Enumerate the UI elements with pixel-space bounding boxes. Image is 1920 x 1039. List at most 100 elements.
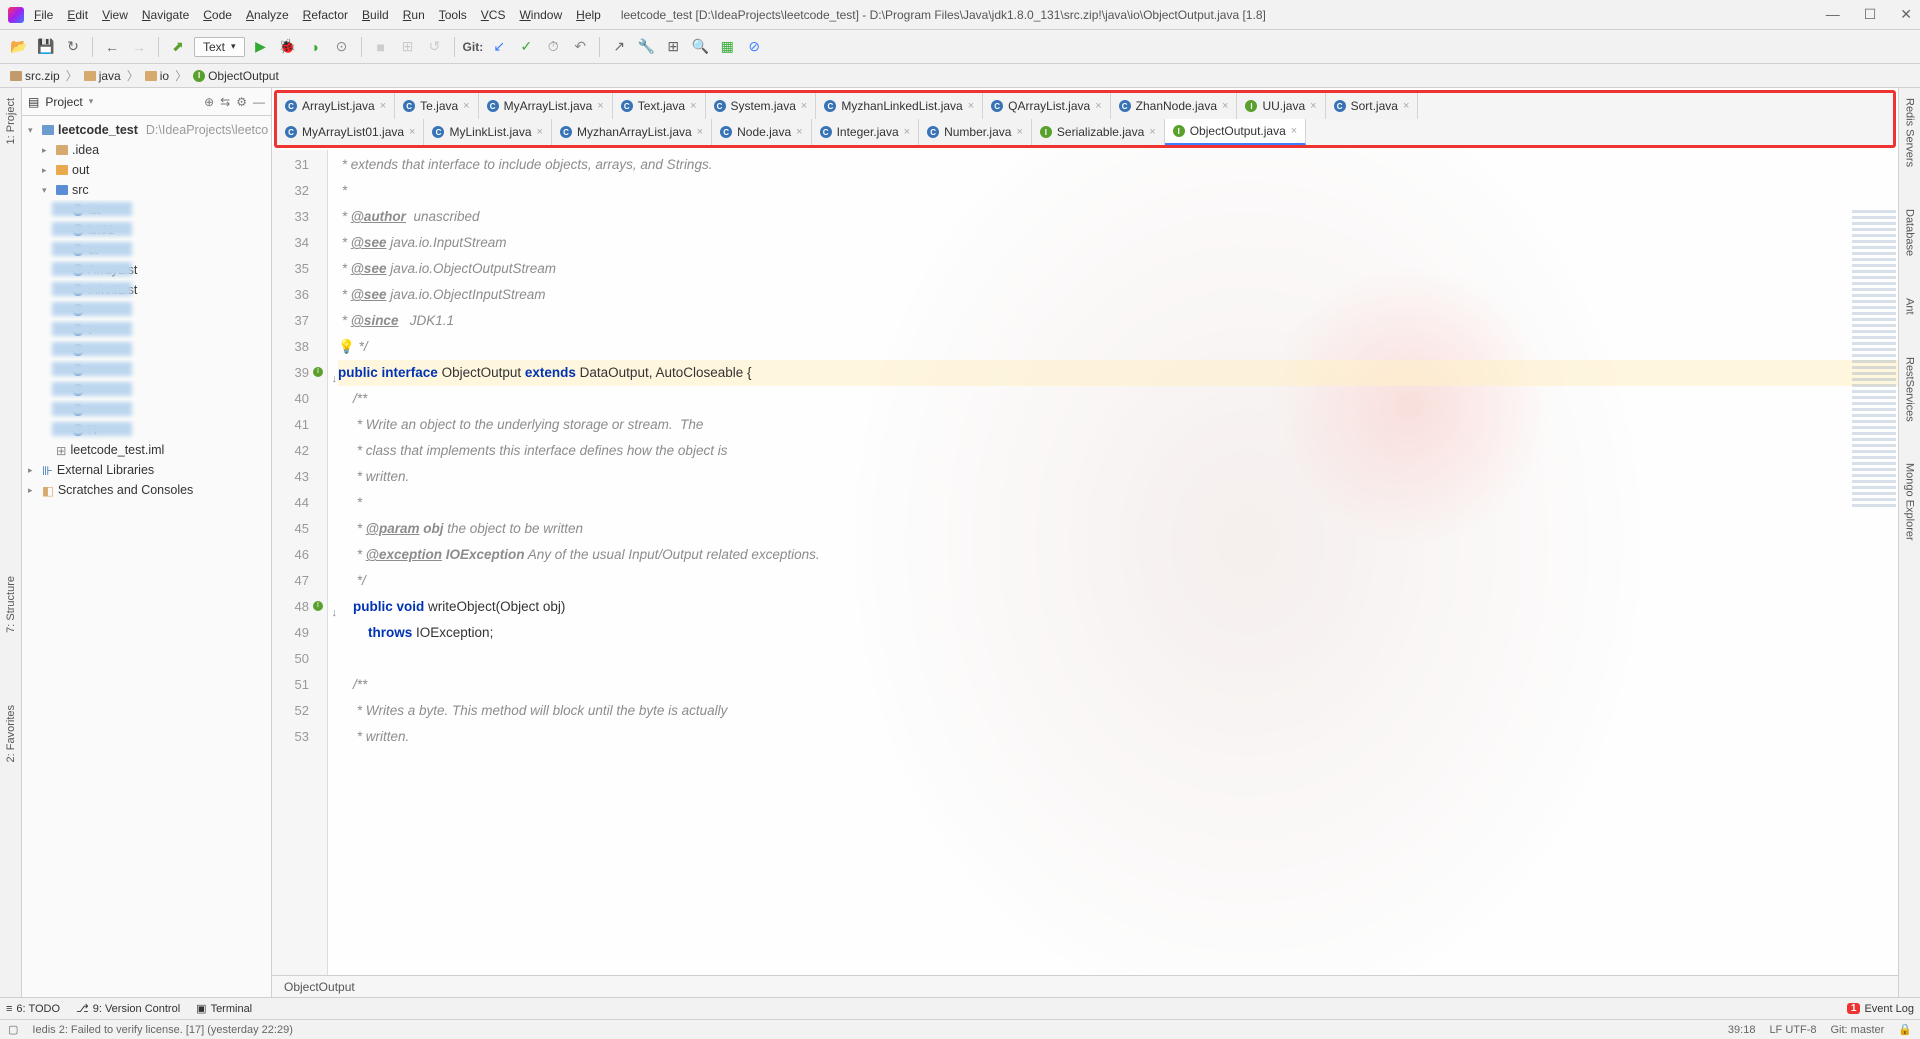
tree-item[interactable]: ▾src xyxy=(22,180,271,200)
close-tab-icon[interactable]: × xyxy=(1149,126,1155,138)
menu-navigate[interactable]: Navigate xyxy=(142,8,189,22)
menu-vcs[interactable]: VCS xyxy=(481,8,506,22)
line-encoding[interactable]: LF UTF-8 xyxy=(1769,1024,1816,1036)
tree-item[interactable]: CN xyxy=(22,420,271,440)
profile-icon[interactable]: ⊙ xyxy=(331,36,353,58)
project-panel-title[interactable]: Project xyxy=(45,95,82,109)
status-icon[interactable]: ▢ xyxy=(8,1023,18,1036)
menu-help[interactable]: Help xyxy=(576,8,601,22)
editor-tab[interactable]: IObjectOutput.java× xyxy=(1165,119,1307,145)
tree-item[interactable]: C xyxy=(22,400,271,420)
chevron-down-icon[interactable]: ▾ xyxy=(89,96,94,107)
scratches-consoles[interactable]: ▸ ◧ Scratches and Consoles xyxy=(22,480,271,500)
close-tab-icon[interactable]: × xyxy=(904,126,910,138)
breadcrumb-item[interactable]: IObjectOutput xyxy=(193,69,279,83)
close-tab-icon[interactable]: × xyxy=(801,100,807,112)
hide-icon[interactable]: — xyxy=(253,95,265,109)
minimap[interactable] xyxy=(1852,210,1896,510)
close-tab-icon[interactable]: × xyxy=(463,100,469,112)
menu-build[interactable]: Build xyxy=(362,8,389,22)
coverage-icon[interactable]: ◑ xyxy=(304,36,326,58)
menu-edit[interactable]: Edit xyxy=(67,8,88,22)
right-tab-restservices[interactable]: RestServices xyxy=(1902,351,1918,428)
editor-tab[interactable]: CNode.java× xyxy=(712,119,811,145)
tree-item[interactable]: Ct xyxy=(22,320,271,340)
git-commit-icon[interactable]: ✓ xyxy=(515,36,537,58)
git-compare-icon[interactable]: ⏱ xyxy=(542,36,564,58)
git-update-icon[interactable]: ↙ xyxy=(488,36,510,58)
left-tab----favorites[interactable]: 2: Favorites xyxy=(3,699,19,768)
menu-window[interactable]: Window xyxy=(519,8,562,22)
debug-icon[interactable]: 🐞 xyxy=(277,36,299,58)
build-icon[interactable]: ⬈ xyxy=(167,36,189,58)
menu-tools[interactable]: Tools xyxy=(439,8,467,22)
run-icon[interactable]: ▶ xyxy=(250,36,272,58)
target-icon[interactable]: ⊕ xyxy=(204,95,214,109)
forward-icon[interactable]: → xyxy=(128,36,150,58)
git-branch[interactable]: Git: master xyxy=(1831,1024,1885,1036)
back-icon[interactable]: ← xyxy=(101,36,123,58)
stop-icon[interactable]: ■ xyxy=(370,36,392,58)
menu-refactor[interactable]: Refactor xyxy=(303,8,348,22)
bottom-tab[interactable]: ▣Terminal xyxy=(196,1002,252,1015)
tree-root[interactable]: ▾ leetcode_test D:\IdeaProjects\leetco xyxy=(22,120,271,140)
git-revert-icon[interactable]: ↶ xyxy=(569,36,591,58)
editor-tab[interactable]: CMyArrayList.java× xyxy=(479,93,613,119)
editor-tab[interactable]: ISerializable.java× xyxy=(1032,119,1165,145)
lock-icon[interactable]: 🔒 xyxy=(1898,1023,1912,1036)
structure-icon[interactable]: ⊞ xyxy=(662,36,684,58)
expand-icon[interactable]: ⇆ xyxy=(220,95,230,109)
refresh-icon[interactable]: ↻ xyxy=(62,36,84,58)
tree-item[interactable]: C xyxy=(22,340,271,360)
tree-item[interactable]: ▸out xyxy=(22,160,271,180)
editor-tab[interactable]: CZhanNode.java× xyxy=(1111,93,1238,119)
close-tab-icon[interactable]: × xyxy=(1095,100,1101,112)
stop-process-icon[interactable]: ⊘ xyxy=(743,36,765,58)
left-tab----structure[interactable]: 7: Structure xyxy=(3,570,19,639)
editor-tab[interactable]: CMyzhanLinkedList.java× xyxy=(816,93,983,119)
event-log-tab[interactable]: 1 Event Log xyxy=(1847,1003,1914,1015)
breadcrumb-item[interactable]: src.zip xyxy=(10,69,60,83)
tree-item[interactable]: CinkedList xyxy=(22,280,271,300)
cursor-position[interactable]: 39:18 xyxy=(1728,1024,1756,1036)
close-tab-icon[interactable]: × xyxy=(1310,100,1316,112)
code-content[interactable]: * extends that interface to include obje… xyxy=(328,150,1898,975)
close-tab-icon[interactable]: × xyxy=(1403,100,1409,112)
update-icon[interactable]: ↺ xyxy=(424,36,446,58)
open-icon[interactable]: 📂 xyxy=(8,36,30,58)
tree-item[interactable]: C xyxy=(22,360,271,380)
menu-code[interactable]: Code xyxy=(203,8,232,22)
editor-tab[interactable]: CMyLinkList.java× xyxy=(424,119,551,145)
close-tab-icon[interactable]: × xyxy=(597,100,603,112)
right-tab-ant[interactable]: Ant xyxy=(1902,292,1918,321)
close-tab-icon[interactable]: × xyxy=(1016,126,1022,138)
right-tab-database[interactable]: Database xyxy=(1902,203,1918,262)
menu-file[interactable]: File xyxy=(34,8,53,22)
code-editor[interactable]: 313233343536373839I↓404142434445464748I↓… xyxy=(272,150,1898,975)
right-tab-mongo-explorer[interactable]: Mongo Explorer xyxy=(1902,457,1918,547)
editor-breadcrumb[interactable]: ObjectOutput xyxy=(272,975,1898,997)
tree-item[interactable]: ⊞leetcode_test.iml xyxy=(22,440,271,460)
close-tab-icon[interactable]: × xyxy=(796,126,802,138)
close-tab-icon[interactable]: × xyxy=(697,126,703,138)
editor-tab[interactable]: CInteger.java× xyxy=(812,119,919,145)
editor-tab[interactable]: CTe.java× xyxy=(395,93,478,119)
minimize-button[interactable]: — xyxy=(1826,6,1840,23)
gear-icon[interactable]: ⚙ xyxy=(236,95,247,109)
tool-icon[interactable]: ↗ xyxy=(608,36,630,58)
attach-icon[interactable]: ⊞ xyxy=(397,36,419,58)
editor-tab[interactable]: CMyArrayList01.java× xyxy=(277,119,424,145)
editor-tab[interactable]: CText.java× xyxy=(613,93,706,119)
menu-analyze[interactable]: Analyze xyxy=(246,8,289,22)
wrench-icon[interactable]: 🔧 xyxy=(635,36,657,58)
bottom-tab[interactable]: ≡6: TODO xyxy=(6,1002,60,1015)
save-icon[interactable]: 💾 xyxy=(35,36,57,58)
editor-tab[interactable]: IUU.java× xyxy=(1237,93,1325,119)
editor-tab[interactable]: CMyzhanArrayList.java× xyxy=(552,119,712,145)
tree-item[interactable]: C xyxy=(22,380,271,400)
run-config-dropdown[interactable]: Text ▾ xyxy=(194,37,245,57)
external-libraries[interactable]: ▸ ⊪ External Libraries xyxy=(22,460,271,480)
right-tab-redis-servers[interactable]: Redis Servers xyxy=(1902,92,1918,173)
project-tree[interactable]: ▾ leetcode_test D:\IdeaProjects\leetco ▸… xyxy=(22,116,271,997)
breadcrumb-item[interactable]: io xyxy=(145,69,169,83)
